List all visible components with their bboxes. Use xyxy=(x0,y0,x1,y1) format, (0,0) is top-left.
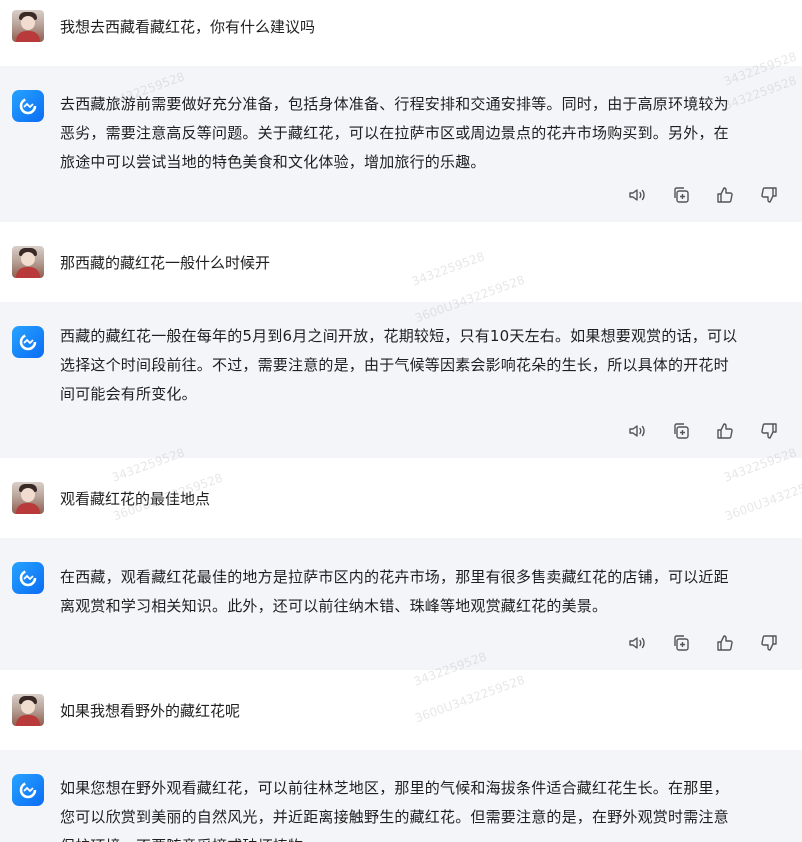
answer-line: 您可以欣赏到美丽的自然风光，并近距离接触野生的藏红花。但需要注意的是，在野外观赏… xyxy=(60,808,729,826)
thumbs-down-icon[interactable] xyxy=(758,420,780,442)
answer-line: 旅途中可以尝试当地的特色美食和文化体验，增加旅行的乐趣。 xyxy=(60,153,486,171)
message-actions xyxy=(626,184,780,206)
assistant-message-row: 在西藏，观看藏红花最佳的地方是拉萨市区内的花卉市场，那里有很多售卖藏红花的店铺，… xyxy=(0,538,802,670)
thumbs-down-icon[interactable] xyxy=(758,632,780,654)
user-avatar xyxy=(12,246,44,278)
answer-line: 在西藏，观看藏红花最佳的地方是拉萨市区内的花卉市场，那里有很多售卖藏红花的店铺，… xyxy=(60,568,729,586)
assistant-message-text: 西藏的藏红花一般在每年的5月到6月之间开放，花期较短，只有10天左右。如果想要观… xyxy=(60,322,775,409)
assistant-avatar xyxy=(12,326,44,358)
copy-icon[interactable] xyxy=(670,632,692,654)
thumbs-up-icon[interactable] xyxy=(714,420,736,442)
copy-icon[interactable] xyxy=(670,184,692,206)
user-avatar xyxy=(12,482,44,514)
user-message-row: 观看藏红花的最佳地点 xyxy=(0,458,802,538)
assistant-logo-icon xyxy=(19,569,37,587)
answer-line: 恶劣，需要注意高反等问题。关于藏红花，可以在拉萨市区或周边景点的花卉市场购买到。… xyxy=(60,124,729,142)
assistant-logo-icon xyxy=(19,333,37,351)
assistant-avatar xyxy=(12,774,44,806)
speaker-icon[interactable] xyxy=(626,632,648,654)
user-message-row: 那西藏的藏红花一般什么时候开 xyxy=(0,222,802,302)
answer-line: 去西藏旅游前需要做好充分准备，包括身体准备、行程安排和交通安排等。同时，由于高原… xyxy=(60,95,729,113)
thumbs-down-icon[interactable] xyxy=(758,184,780,206)
user-message-text: 我想去西藏看藏红花，你有什么建议吗 xyxy=(60,18,316,36)
answer-line: 如果您想在野外观看藏红花，可以前往林芝地区，那里的气候和海拔条件适合藏红花生长。… xyxy=(60,779,729,797)
assistant-logo-icon xyxy=(19,781,37,799)
user-message-text: 观看藏红花的最佳地点 xyxy=(60,490,211,508)
answer-line: 选择这个时间段前往。不过，需要注意的是，由于气候等因素会影响花朵的生长，所以具体… xyxy=(60,356,729,374)
assistant-message-row: 如果您想在野外观看藏红花，可以前往林芝地区，那里的气候和海拔条件适合藏红花生长。… xyxy=(0,750,802,842)
speaker-icon[interactable] xyxy=(626,184,648,206)
assistant-message-row: 去西藏旅游前需要做好充分准备，包括身体准备、行程安排和交通安排等。同时，由于高原… xyxy=(0,66,802,222)
assistant-avatar xyxy=(12,562,44,594)
answer-line: 保护环境，不要随意采摘或破坏植物。 xyxy=(60,832,775,842)
assistant-message-text: 去西藏旅游前需要做好充分准备，包括身体准备、行程安排和交通安排等。同时，由于高原… xyxy=(60,90,775,177)
assistant-message-text: 如果您想在野外观看藏红花，可以前往林芝地区，那里的气候和海拔条件适合藏红花生长。… xyxy=(60,774,775,842)
assistant-logo-icon xyxy=(19,97,37,115)
user-avatar xyxy=(12,694,44,726)
assistant-message-row: 西藏的藏红花一般在每年的5月到6月之间开放，花期较短，只有10天左右。如果想要观… xyxy=(0,302,802,458)
user-message-row: 我想去西藏看藏红花，你有什么建议吗 xyxy=(0,0,802,66)
chat-transcript: 我想去西藏看藏红花，你有什么建议吗 去西藏旅游前需要做好充分准备，包括身体准备、… xyxy=(0,0,802,842)
assistant-message-text: 在西藏，观看藏红花最佳的地方是拉萨市区内的花卉市场，那里有很多售卖藏红花的店铺，… xyxy=(60,563,775,621)
copy-icon[interactable] xyxy=(670,420,692,442)
answer-line: 间可能会有所变化。 xyxy=(60,385,197,403)
assistant-avatar xyxy=(12,90,44,122)
user-message-text: 如果我想看野外的藏红花呢 xyxy=(60,702,241,720)
user-message-text: 那西藏的藏红花一般什么时候开 xyxy=(60,254,271,272)
answer-line: 离观赏和学习相关知识。此外，还可以前往纳木错、珠峰等地观赏藏红花的美景。 xyxy=(60,597,608,615)
user-message-row: 如果我想看野外的藏红花呢 xyxy=(0,670,802,750)
thumbs-up-icon[interactable] xyxy=(714,632,736,654)
message-actions xyxy=(626,420,780,442)
thumbs-up-icon[interactable] xyxy=(714,184,736,206)
message-actions xyxy=(626,632,780,654)
speaker-icon[interactable] xyxy=(626,420,648,442)
answer-line: 西藏的藏红花一般在每年的5月到6月之间开放，花期较短，只有10天左右。如果想要观… xyxy=(60,327,738,345)
user-avatar xyxy=(12,10,44,42)
